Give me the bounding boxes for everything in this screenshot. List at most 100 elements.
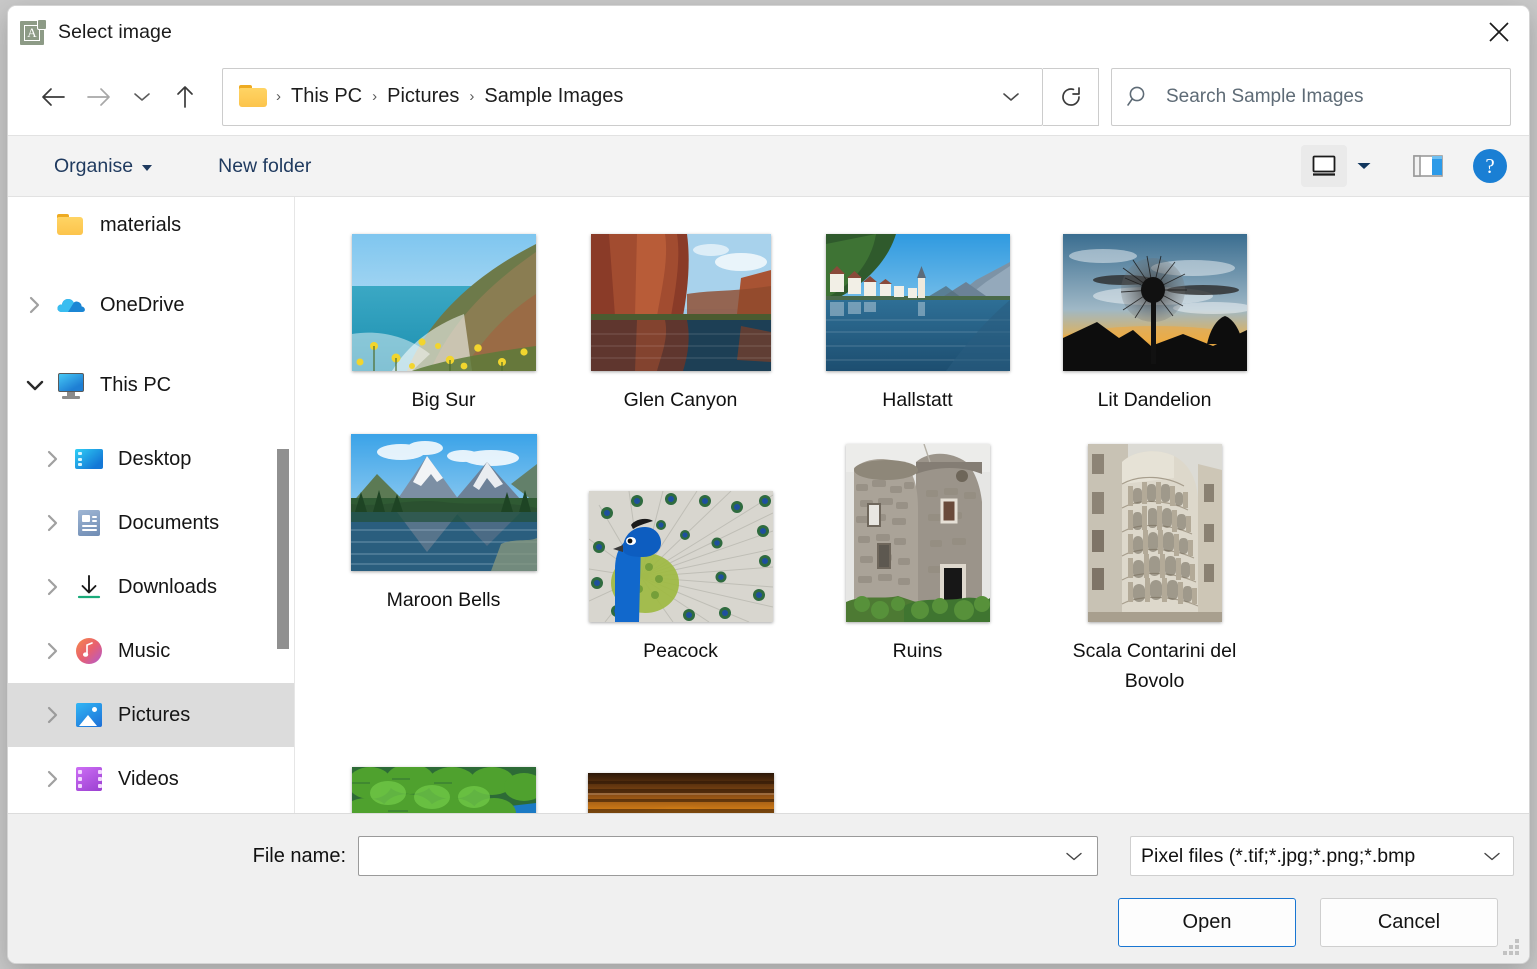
file-tile[interactable]: Serene Lilypads: [325, 713, 562, 813]
arrow-up-icon: [174, 85, 196, 109]
sidebar-item-videos[interactable]: Videos: [8, 747, 294, 811]
sidebar-item-label: Pictures: [118, 704, 190, 727]
new-folder-button[interactable]: New folder: [206, 148, 323, 185]
breadcrumb-item-sample-images[interactable]: Sample Images: [477, 81, 630, 112]
file-list-pane[interactable]: Big Sur: [295, 197, 1529, 813]
new-folder-label: New folder: [218, 155, 311, 178]
breadcrumb-item-pictures[interactable]: Pictures: [380, 81, 466, 112]
cancel-button[interactable]: Cancel: [1320, 898, 1498, 947]
sidebar-item-desktop[interactable]: Desktop: [8, 427, 294, 491]
preview-pane-button[interactable]: [1405, 145, 1451, 187]
organise-button[interactable]: Organise: [42, 148, 164, 185]
view-layout-icon: [1310, 153, 1338, 179]
chevron-right-icon[interactable]: [32, 555, 74, 619]
breadcrumb-dropdown-button[interactable]: [984, 69, 1038, 125]
sidebar-scrollbar[interactable]: [277, 449, 289, 649]
navigation-bar: › This PC › Pictures › Sample Images: [8, 58, 1529, 135]
videos-icon: [74, 764, 104, 794]
chevron-right-icon[interactable]: [32, 747, 74, 811]
view-options-caret[interactable]: [1347, 145, 1381, 187]
chevron-right-icon[interactable]: [32, 683, 74, 747]
recent-locations-button[interactable]: [122, 74, 162, 120]
file-name-label: Hallstatt: [882, 385, 952, 415]
chevron-right-icon[interactable]: [32, 491, 74, 555]
file-tile[interactable]: Lit Dandelion: [1036, 215, 1273, 415]
resize-grip[interactable]: [1503, 939, 1521, 957]
sidebar-item-onedrive[interactable]: OneDrive: [8, 273, 294, 337]
title-bar: A Select image: [8, 6, 1529, 58]
chevron-down-icon: [1065, 851, 1083, 862]
music-icon: [74, 636, 104, 666]
chevron-down-icon: [1483, 851, 1501, 862]
sidebar-chevron-placeholder: [14, 197, 56, 257]
chevron-right-icon[interactable]: [14, 273, 56, 337]
forward-button[interactable]: [76, 74, 122, 120]
thumbnail-hallstatt: [826, 234, 1010, 371]
documents-icon: [74, 508, 104, 538]
thumbnail-sunset: [588, 773, 774, 813]
file-name-label: Maroon Bells: [387, 585, 501, 615]
open-button[interactable]: Open: [1118, 898, 1296, 947]
desktop-icon: [74, 444, 104, 474]
up-button[interactable]: [162, 74, 208, 120]
close-button[interactable]: [1469, 6, 1529, 58]
arrow-right-icon: [86, 86, 112, 108]
search-input[interactable]: Search Sample Images: [1166, 86, 1364, 108]
chevron-right-icon[interactable]: [32, 427, 74, 491]
close-icon: [1488, 21, 1510, 43]
search-box[interactable]: Search Sample Images: [1111, 68, 1511, 126]
organise-label: Organise: [54, 155, 133, 178]
help-label: ?: [1485, 154, 1494, 179]
sidebar-item-label: OneDrive: [100, 294, 184, 317]
thumbnail-wrapper: [352, 221, 536, 371]
file-tile[interactable]: Maroon Bells: [325, 415, 562, 615]
file-tile[interactable]: Peacock: [562, 431, 799, 666]
thumbnail-wrapper: [591, 221, 771, 371]
file-tile[interactable]: Sunset: [562, 713, 799, 813]
thumbnail-maroon-bells: [351, 434, 537, 571]
thumbnail-scala-contarini: [1088, 444, 1222, 622]
file-name-input[interactable]: [358, 836, 1098, 876]
thumbnail-wrapper: [826, 221, 1010, 371]
breadcrumb-separator-0: ›: [273, 88, 284, 105]
sidebar-item-music[interactable]: Music: [8, 619, 294, 683]
file-type-dropdown-caret[interactable]: [1479, 851, 1505, 862]
sidebar-item-materials[interactable]: materials: [8, 197, 294, 257]
thumbnail-glen-canyon: [591, 234, 771, 371]
file-tile[interactable]: Hallstatt: [799, 215, 1036, 415]
file-type-dropdown[interactable]: Pixel files (*.tif;*.jpg;*.png;*.bmp: [1130, 836, 1514, 876]
sidebar-item-downloads[interactable]: Downloads: [8, 555, 294, 619]
file-tile[interactable]: Ruins: [799, 431, 1036, 666]
file-name-dropdown-button[interactable]: [1061, 851, 1087, 862]
thumbnail-wrapper: [846, 437, 990, 622]
help-button[interactable]: ?: [1473, 149, 1507, 183]
refresh-icon: [1059, 85, 1083, 109]
search-icon: [1126, 84, 1152, 110]
chevron-right-icon[interactable]: [32, 619, 74, 683]
file-name-label: Scala Contarini del Bovolo: [1060, 636, 1250, 696]
file-tile[interactable]: Scala Contarini del Bovolo: [1036, 431, 1273, 696]
view-options-button[interactable]: [1301, 145, 1347, 187]
file-name-label: Big Sur: [412, 385, 476, 415]
sidebar-item-documents[interactable]: Documents: [8, 491, 294, 555]
thumbnail-wrapper: [351, 421, 537, 571]
file-name-label: Peacock: [643, 636, 718, 666]
file-tile[interactable]: Glen Canyon: [562, 215, 799, 415]
thumbnail-wrapper: [589, 437, 773, 622]
chevron-down-icon: [1356, 161, 1372, 171]
file-name-label: Ruins: [893, 636, 943, 666]
refresh-button[interactable]: [1043, 68, 1099, 126]
breadcrumb[interactable]: › This PC › Pictures › Sample Images: [222, 68, 1043, 126]
thumbnail-peacock: [589, 491, 773, 622]
breadcrumb-separator-1: ›: [369, 88, 380, 105]
sidebar-item-pictures[interactable]: Pictures: [8, 683, 294, 747]
thumbnail-wrapper: [1063, 221, 1247, 371]
breadcrumb-item-this-pc[interactable]: This PC: [284, 81, 369, 112]
thumbnail-wrapper: [352, 719, 536, 813]
file-tile[interactable]: Big Sur: [325, 215, 562, 415]
chevron-down-icon[interactable]: [14, 353, 56, 417]
sidebar-item-this-pc[interactable]: This PC: [8, 353, 294, 417]
chevron-down-icon: [133, 91, 151, 103]
sidebar-item-label: Documents: [118, 512, 219, 535]
back-button[interactable]: [30, 74, 76, 120]
